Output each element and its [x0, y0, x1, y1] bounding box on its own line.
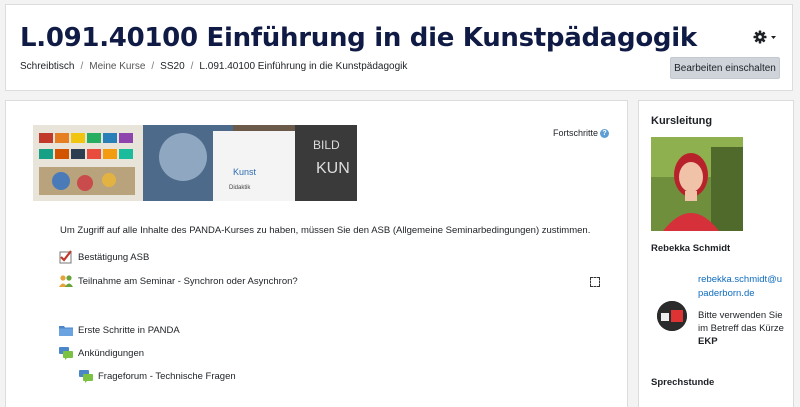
folder-icon	[58, 323, 74, 337]
email-link[interactable]: rebekka.schmidt@u paderborn.de	[698, 273, 793, 301]
course-banner-image: Kunst Didaktik BILD KUN	[33, 125, 357, 201]
breadcrumb-meine-kurse[interactable]: Meine Kurse	[89, 61, 145, 72]
banner-text-didaktik: Didaktik	[229, 185, 251, 191]
breadcrumb-course[interactable]: L.091.40100 Einführung in die Kunstpädag…	[199, 61, 407, 72]
email-line-2: paderborn.de	[698, 288, 755, 299]
note-line-2: im Betreff das Kürze	[698, 323, 784, 334]
block-title: Kursleitung	[651, 115, 713, 127]
gear-icon[interactable]	[752, 29, 778, 45]
forum-icon	[58, 346, 74, 360]
breadcrumb: Schreibtisch / Meine Kurse / SS20 / L.09…	[20, 61, 407, 72]
activity-ankuendigungen[interactable]: Ankündigungen	[58, 346, 144, 360]
completion-checkbox[interactable]	[590, 277, 600, 287]
activity-label: Teilnahme am Seminar - Synchron oder Asy…	[78, 275, 298, 287]
activity-teilnahme-seminar[interactable]: Teilnahme am Seminar - Synchron oder Asy…	[58, 274, 298, 288]
intro-text: Um Zugriff auf alle Inhalte des PANDA-Ku…	[60, 225, 591, 236]
breadcrumb-separator: /	[80, 61, 84, 72]
contact-note: Bitte verwenden Sie im Betreff das Kürze…	[698, 309, 793, 348]
activity-label: Bestätigung ASB	[78, 251, 150, 263]
course-content: Kunst Didaktik BILD KUN Fortschritte ? U…	[5, 100, 628, 407]
banner-text-kun: KUN	[316, 160, 350, 177]
activity-bestaetigung-asb[interactable]: Bestätigung ASB	[58, 250, 149, 264]
breadcrumb-schreibtisch[interactable]: Schreibtisch	[20, 61, 74, 72]
banner-text-kunst: Kunst	[233, 167, 257, 177]
note-line-3: EKP	[698, 336, 718, 347]
help-icon[interactable]: ?	[600, 128, 610, 138]
activity-label: Frageforum - Technische Fragen	[98, 370, 236, 382]
activity-erste-schritte[interactable]: Erste Schritte in PANDA	[58, 323, 180, 337]
choice-people-icon	[58, 274, 74, 288]
checklist-icon	[58, 250, 74, 264]
edit-mode-button[interactable]: Bearbeiten einschalten	[670, 57, 780, 79]
teacher-name[interactable]: Rebekka Schmidt	[651, 243, 730, 254]
progress-info[interactable]: Fortschritte ?	[553, 128, 610, 138]
progress-label: Fortschritte	[553, 128, 599, 138]
note-line-1: Bitte verwenden Sie	[698, 310, 783, 321]
info-avatar	[657, 301, 687, 331]
profile-photo	[651, 137, 743, 231]
page-title: L.091.40100 Einführung in die Kunstpädag…	[20, 23, 697, 53]
page-header: L.091.40100 Einführung in die Kunstpädag…	[5, 4, 793, 91]
forum-icon	[78, 369, 94, 383]
email-line-1: rebekka.schmidt@u	[698, 274, 783, 285]
activity-frageforum[interactable]: Frageforum - Technische Fragen	[78, 369, 236, 383]
activity-label: Erste Schritte in PANDA	[78, 324, 180, 336]
breadcrumb-separator: /	[190, 61, 194, 72]
breadcrumb-separator: /	[151, 61, 155, 72]
breadcrumb-ss20[interactable]: SS20	[160, 61, 184, 72]
course-leader-block: Kursleitung Rebekka Schmidt rebekka.schm…	[638, 100, 794, 407]
banner-text-bild: BILD	[313, 138, 340, 152]
activity-label: Ankündigungen	[78, 347, 145, 359]
office-hours-heading: Sprechstunde	[651, 377, 715, 388]
